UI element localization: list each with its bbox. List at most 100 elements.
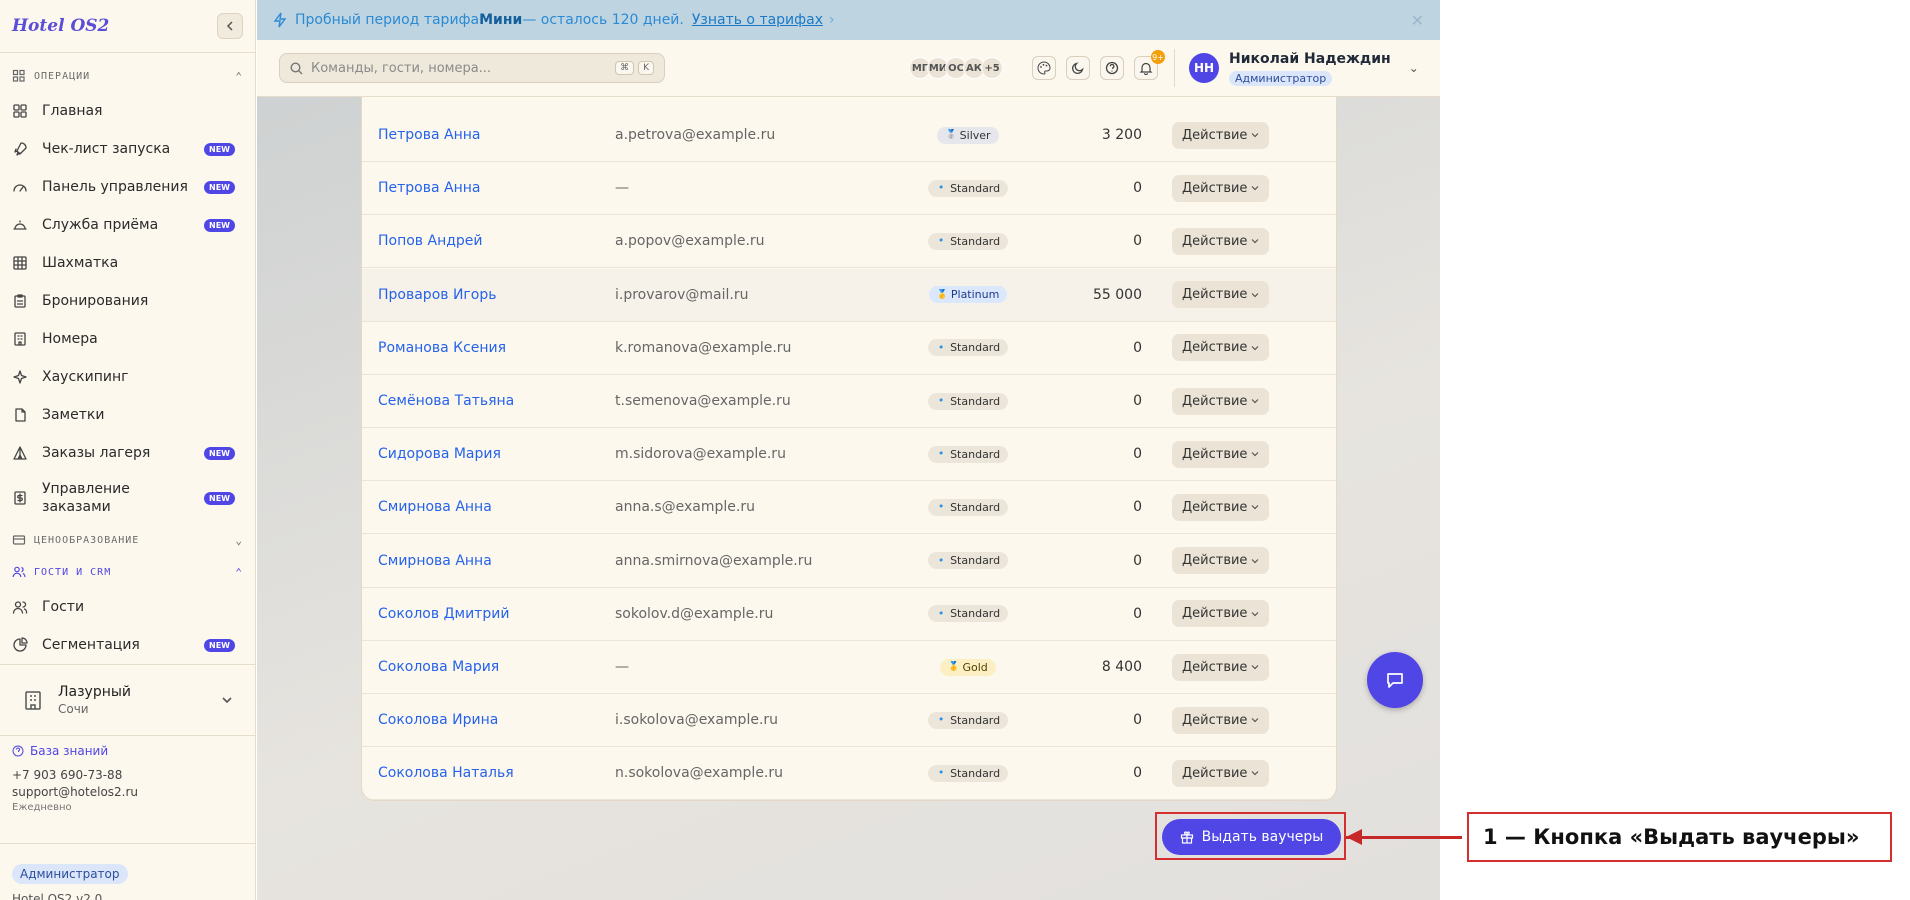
- sidebar-group-header[interactable]: ЦЕНООБРАЗОВАНИЕ ⌄: [0, 524, 255, 556]
- sidebar-item[interactable]: Служба приёма NEW: [0, 206, 255, 244]
- new-badge: NEW: [204, 142, 235, 156]
- sidebar-item[interactable]: Заказы лагеря NEW: [0, 434, 255, 472]
- row-action-dropdown[interactable]: Действие: [1172, 387, 1270, 415]
- topbar: Команды, гости, номера... ⌘ K МГ МИ ОС А…: [257, 40, 1440, 97]
- guest-name-link[interactable]: Соколова Наталья: [378, 765, 514, 781]
- sidebar-group-header[interactable]: ГОСТИ И CRM ⌃: [0, 556, 255, 588]
- loyalty-points: 0: [1133, 499, 1142, 516]
- help-button[interactable]: [1100, 56, 1124, 80]
- guest-email: i.sokolova@example.ru: [615, 712, 779, 729]
- issue-vouchers-button[interactable]: Выдать ваучеры: [1162, 819, 1341, 855]
- row-action-dropdown[interactable]: Действие: [1172, 547, 1270, 575]
- row-action-dropdown[interactable]: Действие: [1172, 227, 1270, 255]
- users-icon: [12, 601, 28, 614]
- sidebar: Hotel OS2 ОПЕРАЦИИ ⌃ Главная Чек-лист запус…: [0, 0, 256, 900]
- guest-name-link[interactable]: Попов Андрей: [378, 233, 483, 249]
- row-action-label: Действие: [1182, 606, 1248, 622]
- sidebar-item[interactable]: Номера: [0, 320, 255, 358]
- guest-name-link[interactable]: Проваров Игорь: [378, 287, 497, 303]
- sidebar-item[interactable]: Чек-лист запуска NEW: [0, 130, 255, 168]
- new-badge: NEW: [204, 180, 235, 194]
- hotel-selector[interactable]: Лазурный Сочи: [0, 664, 255, 736]
- support-email[interactable]: support@hotelos2.ru: [12, 785, 243, 799]
- user-menu[interactable]: НН Николай Надеждин Администратор ⌄: [1189, 51, 1419, 86]
- row-action-dropdown[interactable]: Действие: [1172, 653, 1270, 681]
- guest-name-link[interactable]: Смирнова Анна: [378, 553, 492, 569]
- dark-mode-button[interactable]: [1066, 56, 1090, 80]
- bell-icon: [1139, 62, 1153, 75]
- tier-label: Standard: [950, 394, 1001, 408]
- sidebar-item[interactable]: Бронирования: [0, 282, 255, 320]
- online-users[interactable]: МГ МИ ОС АК +5: [909, 57, 1003, 79]
- sidebar-item[interactable]: Гости: [0, 588, 255, 626]
- guest-email: —: [615, 659, 629, 675]
- avatar-more[interactable]: +5: [981, 57, 1003, 79]
- chevron-left-icon: [226, 21, 233, 31]
- close-banner-icon[interactable]: ✕: [1411, 11, 1424, 30]
- row-action-dropdown[interactable]: Действие: [1172, 334, 1270, 362]
- guest-email: m.sidorova@example.ru: [615, 446, 786, 463]
- guest-name-link[interactable]: Соколова Ирина: [378, 712, 498, 728]
- knowledge-base-link[interactable]: База знаний: [12, 744, 243, 758]
- loyalty-tier-badge: 🔹 Standard: [927, 764, 1009, 782]
- row-action-dropdown[interactable]: Действие: [1172, 174, 1270, 202]
- row-action-label: Действие: [1182, 659, 1248, 675]
- guest-name-link[interactable]: Петрова Анна: [378, 127, 481, 143]
- row-action-dropdown[interactable]: Действие: [1172, 121, 1270, 149]
- sidebar-item[interactable]: Сегментация NEW: [0, 626, 255, 664]
- loyalty-points: 0: [1133, 180, 1142, 197]
- chevron-down-icon: [1252, 239, 1259, 244]
- issue-vouchers-label: Выдать ваучеры: [1201, 829, 1324, 845]
- tier-medal-icon: 🔹: [935, 768, 948, 779]
- guest-email: n.sokolova@example.ru: [615, 765, 784, 782]
- guest-name-link[interactable]: Петрова Анна: [378, 180, 481, 196]
- support-phone[interactable]: +7 903 690-73-88: [12, 768, 243, 782]
- loyalty-points: 0: [1133, 605, 1142, 622]
- table-row: Соколова Наталья n.sokolova@example.ru 🔹 St…: [362, 747, 1336, 800]
- table-row: Семёнова Татьяна t.semenova@example.ru 🔹 St…: [362, 375, 1336, 428]
- row-action-label: Действие: [1182, 180, 1248, 196]
- brand-logo[interactable]: Hotel OS2: [12, 16, 109, 36]
- search-input[interactable]: Команды, гости, номера... ⌘ K: [279, 53, 665, 83]
- sidebar-item[interactable]: Панель управления NEW: [0, 168, 255, 206]
- guest-name-link[interactable]: Романова Ксения: [378, 340, 506, 356]
- sidebar-group-header[interactable]: ОПЕРАЦИИ ⌃: [0, 60, 255, 92]
- row-action-dropdown[interactable]: Действие: [1172, 281, 1270, 309]
- collapse-sidebar-button[interactable]: [217, 13, 243, 39]
- sidebar-item[interactable]: Управление заказами NEW: [0, 472, 255, 524]
- chat-icon: [1387, 673, 1403, 688]
- guest-name-link[interactable]: Соколова Мария: [378, 659, 499, 675]
- chevron-down-icon: [1252, 133, 1259, 138]
- chat-button[interactable]: [1367, 652, 1423, 708]
- banner-text-post: — осталось 120 дней.: [522, 12, 684, 28]
- row-action-dropdown[interactable]: Действие: [1172, 759, 1270, 787]
- sidebar-item[interactable]: Заметки: [0, 396, 255, 434]
- tier-label: Silver: [959, 128, 991, 142]
- sidebar-item[interactable]: Главная: [0, 92, 255, 130]
- app-version: Hotel OS2 v2.0: [12, 892, 103, 900]
- row-action-dropdown[interactable]: Действие: [1172, 600, 1270, 628]
- guest-name-link[interactable]: Соколов Дмитрий: [378, 606, 509, 622]
- tier-medal-icon: 🥈: [945, 130, 957, 140]
- topbar-actions: 9+: [1032, 50, 1165, 80]
- rocket-icon: [14, 142, 27, 156]
- row-action-dropdown[interactable]: Действие: [1172, 440, 1270, 468]
- sidebar-item[interactable]: Хаускипинг: [0, 358, 255, 396]
- table-row: Проваров Игорь i.provarov@mail.ru 🥇 Platinu…: [362, 268, 1336, 322]
- help-circle-icon: [12, 745, 24, 757]
- tier-medal-icon: 🔹: [935, 396, 948, 406]
- tariffs-link[interactable]: Узнать о тарифах: [692, 12, 823, 28]
- row-action-dropdown[interactable]: Действие: [1172, 706, 1270, 734]
- sidebar-item-label: Сегментация: [42, 637, 140, 653]
- guest-name-link[interactable]: Смирнова Анна: [378, 499, 492, 515]
- guest-email: a.petrova@example.ru: [615, 127, 776, 143]
- sidebar-item-label: Заметки: [42, 407, 105, 423]
- chevron-down-icon: [1252, 399, 1259, 404]
- theme-palette-button[interactable]: [1032, 56, 1056, 80]
- guest-name-link[interactable]: Сидорова Мария: [378, 446, 501, 462]
- tier-label: Standard: [950, 713, 1001, 727]
- row-action-dropdown[interactable]: Действие: [1172, 493, 1270, 521]
- sidebar-item[interactable]: Шахматка: [0, 244, 255, 282]
- notifications-button[interactable]: 9+: [1134, 50, 1165, 80]
- guest-name-link[interactable]: Семёнова Татьяна: [378, 393, 514, 409]
